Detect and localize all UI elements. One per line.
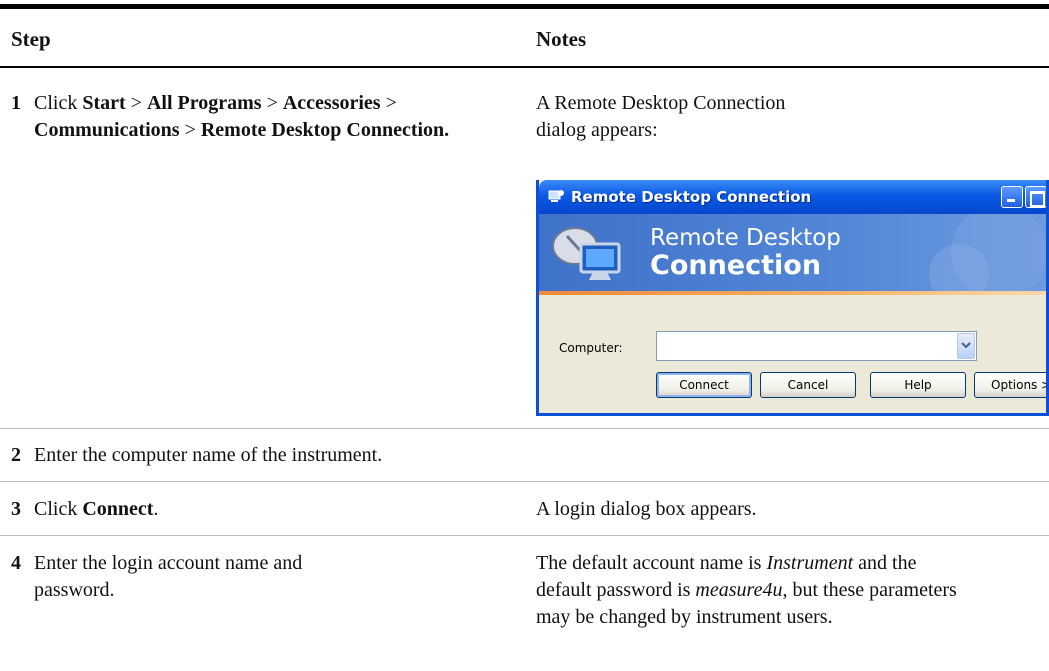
help-button[interactable]: Help <box>870 372 966 398</box>
banner-title-line1: Remote Desktop <box>650 225 841 251</box>
step-3-connect: Connect <box>82 498 154 520</box>
separator: > <box>125 92 147 114</box>
note-4-part: The default account name is <box>536 552 767 574</box>
computer-label: Computer: <box>559 341 623 355</box>
top-rule <box>0 4 1049 9</box>
dropdown-button[interactable] <box>957 333 975 359</box>
step-2-text: Enter the computer name of the instrumen… <box>34 444 383 466</box>
options-button[interactable]: Options > <box>974 372 1046 398</box>
separator: > <box>179 119 201 141</box>
step-1-click: Click <box>34 92 83 114</box>
cancel-button[interactable]: Cancel <box>760 372 856 398</box>
step-1-start: Start <box>82 92 126 114</box>
banner-accent-line <box>539 291 1046 295</box>
header-notes: Notes <box>536 27 587 51</box>
step-4-text: Enter the login account name and passwor… <box>34 552 303 601</box>
step-number-1: 1 <box>11 92 21 114</box>
note-4-password: measure4u <box>695 579 783 601</box>
step-number-3: 3 <box>11 498 21 520</box>
separator: > <box>261 92 283 114</box>
header-rule <box>0 66 1049 68</box>
remote-desktop-icon <box>548 190 564 202</box>
note-4: The default account name is Instrument a… <box>536 550 976 631</box>
step-1-text: Click Start > All Programs > Accessories… <box>34 90 514 144</box>
step-1-accessories: Accessories <box>282 92 381 114</box>
separator: > <box>380 92 397 114</box>
banner-title-line2: Connection <box>650 250 822 281</box>
step-3-suffix: . <box>153 498 159 520</box>
note-4-account: Instrument <box>766 552 854 574</box>
minimize-button[interactable] <box>1001 186 1023 208</box>
step-3-text: Click Connect. <box>34 496 514 523</box>
row-divider <box>0 535 1049 536</box>
computer-combobox[interactable] <box>656 331 977 361</box>
header-step: Step <box>11 27 51 51</box>
dialog-title: Remote Desktop Connection <box>571 188 812 206</box>
connect-button[interactable]: Connect <box>656 372 752 398</box>
remote-desktop-dialog: Remote Desktop Connection Remote Desktop… <box>536 180 1049 416</box>
step-number-4: 4 <box>11 552 21 574</box>
row-divider <box>0 481 1049 482</box>
maximize-button[interactable] <box>1025 186 1046 208</box>
dialog-titlebar[interactable]: Remote Desktop Connection <box>539 180 1046 214</box>
note-3: A login dialog box appears. <box>536 498 757 520</box>
chevron-down-icon <box>961 342 971 349</box>
step-1-rdc: Remote Desktop Connection. <box>200 119 450 141</box>
step-number-2: 2 <box>11 444 21 466</box>
step-1-all-programs: All Programs <box>146 92 262 114</box>
step-1-communications: Communications <box>34 119 180 141</box>
step-3-prefix: Click <box>34 498 83 520</box>
row-divider <box>0 428 1049 429</box>
note-1: A Remote Desktop Connection dialog appea… <box>536 92 786 141</box>
